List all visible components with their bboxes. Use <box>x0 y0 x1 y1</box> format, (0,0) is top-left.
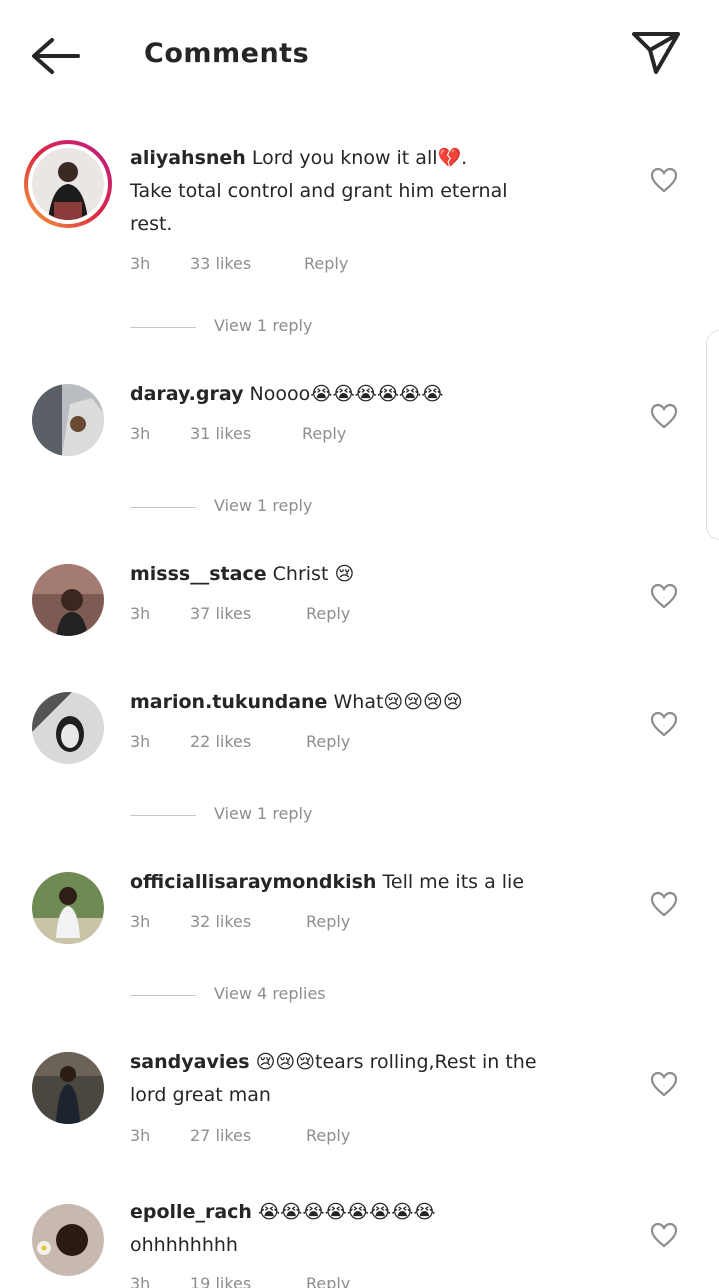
heart-icon[interactable] <box>650 167 678 193</box>
comment-text: Lord you know it all💔. <box>251 147 468 169</box>
comment-text: Tell me its a lie <box>382 871 525 893</box>
avatar[interactable] <box>32 872 104 944</box>
comment-time: 3h <box>130 912 151 931</box>
heart-icon[interactable] <box>650 891 678 917</box>
view-replies-link[interactable]: View 1 reply <box>130 496 390 520</box>
comment-likes[interactable]: 27 likes <box>190 1126 251 1145</box>
view-replies-link[interactable]: View 4 replies <box>130 984 390 1008</box>
view-replies-label: View 1 reply <box>214 804 313 823</box>
reply-button[interactable]: Reply <box>306 604 350 623</box>
divider-line <box>130 815 196 816</box>
comment-likes[interactable]: 19 likes <box>190 1274 251 1288</box>
comment-text: 😭😭😭😭😭😭😭😭 <box>257 1201 436 1223</box>
header-bar: Comments <box>0 0 719 112</box>
comment-text: Christ 😢 <box>272 563 355 585</box>
comment-likes[interactable]: 31 likes <box>190 424 251 443</box>
reply-button[interactable]: Reply <box>302 424 346 443</box>
divider-line <box>130 507 196 508</box>
view-replies-link[interactable]: View 1 reply <box>130 804 390 828</box>
comment-username[interactable]: marion.tukundane <box>130 691 327 713</box>
comment-text-line: rest. <box>130 213 173 235</box>
avatar[interactable] <box>32 1052 104 1124</box>
comment-text-line: ohhhhhhhh <box>130 1234 238 1256</box>
comment-likes[interactable]: 33 likes <box>190 254 251 273</box>
comment-username[interactable]: officiallisaraymondkish <box>130 871 376 893</box>
comment-time: 3h <box>130 732 151 751</box>
avatar[interactable] <box>32 692 104 764</box>
edge-panel-handle[interactable] <box>706 330 719 540</box>
divider-line <box>130 327 196 328</box>
comment-likes[interactable]: 32 likes <box>190 912 251 931</box>
avatar[interactable] <box>32 564 104 636</box>
comment-text-line: Take total control and grant him eternal <box>130 180 508 202</box>
heart-icon[interactable] <box>650 1071 678 1097</box>
comment-username[interactable]: daray.gray <box>130 383 243 405</box>
comment-likes[interactable]: 37 likes <box>190 604 251 623</box>
heart-icon[interactable] <box>650 711 678 737</box>
comment-time: 3h <box>130 424 151 443</box>
reply-button[interactable]: Reply <box>304 254 348 273</box>
comment-text: What😢😢😢😢 <box>333 691 463 713</box>
comment-username[interactable]: epolle_rach <box>130 1201 252 1223</box>
comment-text: 😢😢😢tears rolling,Rest in the <box>255 1051 537 1073</box>
view-replies-label: View 1 reply <box>214 316 313 335</box>
divider-line <box>130 995 196 996</box>
reply-button[interactable]: Reply <box>306 1274 350 1288</box>
reply-button[interactable]: Reply <box>306 1126 350 1145</box>
comment-time: 3h <box>130 1126 151 1145</box>
comment-time: 3h <box>130 604 151 623</box>
comment-username[interactable]: aliyahsneh <box>130 147 246 169</box>
view-replies-label: View 1 reply <box>214 496 313 515</box>
comment-username[interactable]: sandyavies <box>130 1051 250 1073</box>
reply-button[interactable]: Reply <box>306 732 350 751</box>
view-replies-label: View 4 replies <box>214 984 326 1003</box>
avatar[interactable] <box>32 384 104 456</box>
send-icon[interactable] <box>630 28 684 78</box>
comment-text: Noooo😭😭😭😭😭😭 <box>249 383 444 405</box>
comment-username[interactable]: misss__stace <box>130 563 267 585</box>
comment-likes[interactable]: 22 likes <box>190 732 251 751</box>
avatar[interactable] <box>24 140 112 228</box>
comment-text-line: lord great man <box>130 1084 271 1106</box>
view-replies-link[interactable]: View 1 reply <box>130 316 390 340</box>
comment-time: 3h <box>130 254 151 273</box>
comment-time: 3h <box>130 1274 151 1288</box>
heart-icon[interactable] <box>650 403 678 429</box>
avatar[interactable] <box>32 1204 104 1276</box>
reply-button[interactable]: Reply <box>306 912 350 931</box>
heart-icon[interactable] <box>650 583 678 609</box>
heart-icon[interactable] <box>650 1222 678 1248</box>
page-title: Comments <box>144 38 310 69</box>
back-arrow-icon[interactable] <box>28 34 84 78</box>
